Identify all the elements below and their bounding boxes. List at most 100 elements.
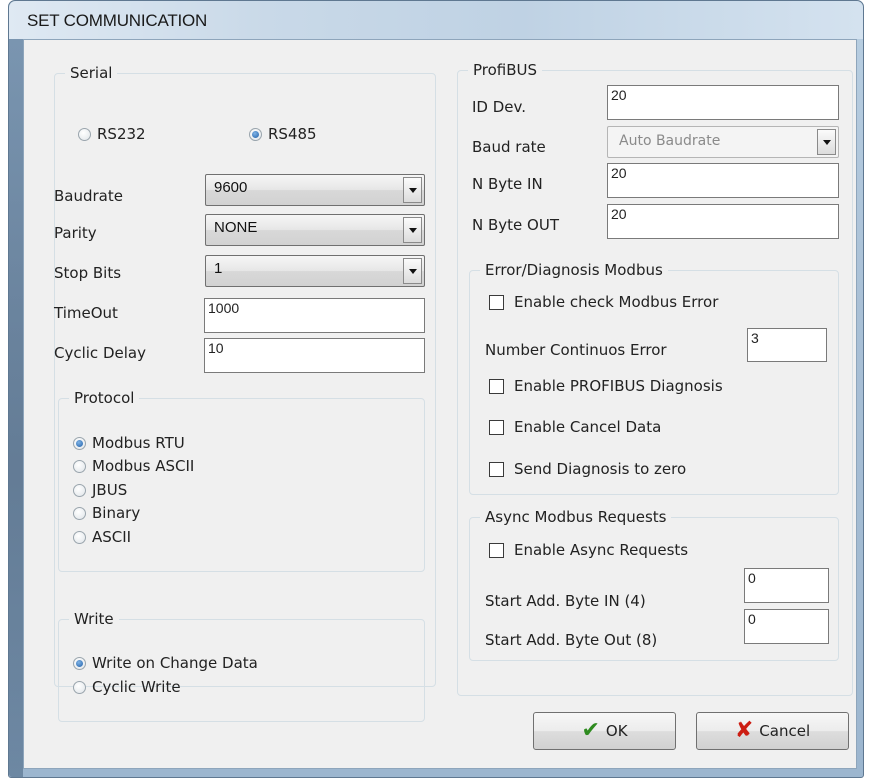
chevron-down-icon: [408, 227, 417, 233]
baudrate-select[interactable]: 9600: [205, 174, 425, 206]
check-send-diag-zero[interactable]: Send Diagnosis to zero: [489, 460, 686, 478]
check-send-diag-zero-label: Send Diagnosis to zero: [514, 460, 687, 478]
check-cancel-data[interactable]: Enable Cancel Data: [489, 418, 661, 436]
id-dev-input[interactable]: 20: [607, 85, 839, 120]
radio-ascii-label: ASCII: [92, 528, 132, 546]
radio-rs485-indicator: [249, 127, 262, 141]
check-cancel-data-box: [489, 419, 504, 435]
cyclic-delay-label: Cyclic Delay: [54, 344, 146, 362]
start-out-label: Start Add. Byte Out (8): [485, 631, 658, 649]
radio-modbus-rtu-indicator: [73, 436, 86, 450]
diagnosis-group: Error/Diagnosis Modbus Enable check Modb…: [469, 260, 839, 495]
timeout-label: TimeOut: [54, 304, 118, 322]
baud-rate-select[interactable]: Auto Baudrate: [607, 126, 839, 158]
stopbits-dropdown-button[interactable]: [403, 258, 422, 284]
baudrate-value: 9600: [214, 179, 248, 196]
serial-group-label: Serial: [65, 63, 118, 83]
radio-modbus-ascii-indicator: [73, 459, 86, 473]
protocol-group-label: Protocol: [69, 388, 140, 408]
window-title: SET COMMUNICATION: [27, 11, 208, 30]
check-async-requests-box: [489, 542, 504, 558]
baud-rate-dropdown-button[interactable]: [817, 129, 836, 155]
check-modbus-error-box: [489, 294, 504, 310]
radio-modbus-ascii[interactable]: Modbus ASCII: [73, 457, 194, 475]
radio-modbus-rtu[interactable]: Modbus RTU: [73, 434, 185, 452]
stopbits-label: Stop Bits: [54, 264, 122, 282]
async-group-label: Async Modbus Requests: [480, 507, 672, 527]
timeout-input[interactable]: 1000: [204, 298, 425, 333]
checkmark-icon: ✔: [581, 718, 600, 743]
stopbits-value: 1: [214, 260, 223, 277]
cancel-button[interactable]: ✘ Cancel: [696, 712, 849, 750]
baud-rate-value: Auto Baudrate: [619, 133, 721, 149]
parity-dropdown-button[interactable]: [403, 217, 422, 243]
radio-rs485-label: RS485: [268, 125, 317, 143]
radio-rs485[interactable]: RS485: [249, 125, 317, 143]
write-group: Write Write on Change Data Cyclic Write: [58, 609, 425, 722]
nbyte-in-label: N Byte IN: [472, 175, 543, 193]
dialog-window: SET COMMUNICATION Serial RS232 RS485 Bau…: [8, 0, 864, 778]
title-bar[interactable]: SET COMMUNICATION: [9, 1, 863, 39]
ok-button-label: OK: [605, 722, 628, 740]
chevron-down-icon: [408, 187, 417, 193]
radio-modbus-ascii-label: Modbus ASCII: [92, 457, 195, 475]
parity-value: NONE: [214, 219, 258, 236]
radio-binary-label: Binary: [92, 504, 141, 522]
id-dev-label: ID Dev.: [472, 98, 527, 116]
nbyte-in-input[interactable]: 20: [607, 163, 839, 198]
radio-jbus-label: JBUS: [92, 481, 128, 499]
dialog-body: Serial RS232 RS485 Baudrate 9600 Parity …: [23, 39, 857, 769]
cancel-button-label: Cancel: [759, 722, 811, 740]
radio-jbus-indicator: [73, 483, 86, 497]
start-in-label: Start Add. Byte IN (4): [485, 592, 646, 610]
baud-rate-label: Baud rate: [472, 138, 546, 156]
stopbits-select[interactable]: 1: [205, 255, 425, 287]
nbyte-out-input[interactable]: 20: [607, 204, 839, 239]
nbyte-out-label: N Byte OUT: [472, 216, 559, 234]
number-continuos-error-label: Number Continuos Error: [485, 341, 667, 359]
profibus-group: ProfiBUS ID Dev. 20 Baud rate Auto Baudr…: [457, 60, 853, 696]
radio-ascii-indicator: [73, 530, 86, 544]
parity-select[interactable]: NONE: [205, 214, 425, 246]
radio-jbus[interactable]: JBUS: [73, 481, 127, 499]
radio-cyclic-write-label: Cyclic Write: [92, 678, 181, 696]
check-modbus-error-label: Enable check Modbus Error: [514, 293, 719, 311]
radio-rs232-indicator: [78, 127, 91, 141]
start-out-input[interactable]: 0: [744, 609, 829, 644]
radio-rs232[interactable]: RS232: [78, 125, 146, 143]
radio-binary-indicator: [73, 506, 86, 520]
check-modbus-error[interactable]: Enable check Modbus Error: [489, 293, 718, 311]
chevron-down-icon: [822, 139, 831, 145]
baudrate-dropdown-button[interactable]: [403, 177, 422, 203]
chevron-down-icon: [408, 268, 417, 274]
profibus-group-label: ProfiBUS: [468, 60, 543, 80]
cyclic-delay-input[interactable]: 10: [204, 338, 425, 373]
async-group: Async Modbus Requests Enable Async Reque…: [469, 507, 839, 661]
check-async-requests-label: Enable Async Requests: [514, 541, 689, 559]
baudrate-label: Baudrate: [54, 187, 123, 205]
check-async-requests[interactable]: Enable Async Requests: [489, 541, 688, 559]
check-profibus-diagnosis[interactable]: Enable PROFIBUS Diagnosis: [489, 377, 723, 395]
parity-label: Parity: [54, 224, 97, 242]
check-cancel-data-label: Enable Cancel Data: [514, 418, 662, 436]
check-profibus-diagnosis-label: Enable PROFIBUS Diagnosis: [514, 377, 723, 395]
diagnosis-group-label: Error/Diagnosis Modbus: [480, 260, 668, 280]
radio-modbus-rtu-label: Modbus RTU: [92, 434, 185, 452]
start-in-input[interactable]: 0: [744, 568, 829, 603]
radio-cyclic-write-indicator: [73, 680, 86, 694]
radio-ascii[interactable]: ASCII: [73, 528, 131, 546]
serial-group: Serial RS232 RS485 Baudrate 9600 Parity …: [54, 63, 436, 722]
radio-cyclic-write[interactable]: Cyclic Write: [73, 678, 181, 696]
check-send-diag-zero-box: [489, 461, 504, 477]
radio-binary[interactable]: Binary: [73, 504, 140, 522]
radio-rs232-label: RS232: [97, 125, 146, 143]
number-continuos-error-input[interactable]: 3: [747, 328, 827, 362]
protocol-group: Protocol Modbus RTU Modbus ASCII JBUS Bi…: [58, 388, 425, 572]
check-profibus-diagnosis-box: [489, 378, 504, 394]
close-icon: ✘: [734, 718, 754, 743]
write-group-label: Write: [69, 609, 119, 629]
ok-button[interactable]: ✔ OK: [533, 712, 676, 750]
radio-write-on-change-indicator: [73, 656, 86, 670]
radio-write-on-change-label: Write on Change Data: [92, 654, 258, 672]
radio-write-on-change[interactable]: Write on Change Data: [73, 654, 258, 672]
